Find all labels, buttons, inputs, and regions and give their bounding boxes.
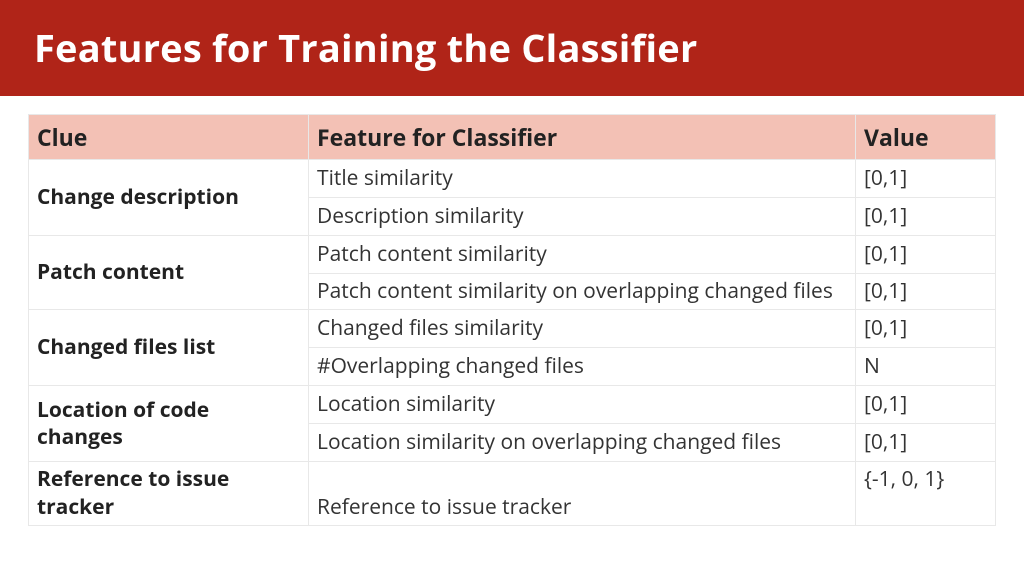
table-header-row: Clue Feature for Classifier Value: [29, 115, 996, 160]
table-row: Location of code changes Location simila…: [29, 386, 996, 424]
clue-cell: Reference to issue tracker: [29, 462, 309, 526]
slide-title: Features for Training the Classifier: [34, 22, 990, 74]
feature-cell: Patch content similarity: [309, 236, 856, 274]
clue-cell: Location of code changes: [29, 386, 309, 462]
value-cell: [0,1]: [856, 274, 996, 310]
col-header-clue: Clue: [29, 115, 309, 160]
feature-cell: Changed files similarity: [309, 310, 856, 348]
table-row: Change description Title similarity [0,1…: [29, 160, 996, 198]
value-cell: [0,1]: [856, 198, 996, 236]
col-header-feature: Feature for Classifier: [309, 115, 856, 160]
value-cell: [0,1]: [856, 424, 996, 462]
value-cell: N: [856, 348, 996, 386]
feature-cell: Description similarity: [309, 198, 856, 236]
table-row: Reference to issue tracker Reference to …: [29, 462, 996, 526]
table-row: Patch content Patch content similarity […: [29, 236, 996, 274]
clue-cell: Patch content: [29, 236, 309, 310]
value-cell: [0,1]: [856, 160, 996, 198]
feature-cell: Title similarity: [309, 160, 856, 198]
feature-cell: Patch content similarity on overlapping …: [309, 274, 856, 310]
value-cell: [0,1]: [856, 310, 996, 348]
value-cell: [0,1]: [856, 386, 996, 424]
clue-cell: Change description: [29, 160, 309, 236]
clue-cell: Changed files list: [29, 310, 309, 386]
slide-header: Features for Training the Classifier: [0, 0, 1024, 96]
features-table: Clue Feature for Classifier Value Change…: [28, 114, 996, 526]
feature-cell: #Overlapping changed files: [309, 348, 856, 386]
feature-cell: Location similarity on overlapping chang…: [309, 424, 856, 462]
table-row: Changed files list Changed files similar…: [29, 310, 996, 348]
value-cell: {-1, 0, 1}: [856, 462, 996, 526]
slide-body: Clue Feature for Classifier Value Change…: [0, 96, 1024, 526]
value-cell: [0,1]: [856, 236, 996, 274]
feature-cell: Location similarity: [309, 386, 856, 424]
feature-cell: Reference to issue tracker: [309, 462, 856, 526]
col-header-value: Value: [856, 115, 996, 160]
